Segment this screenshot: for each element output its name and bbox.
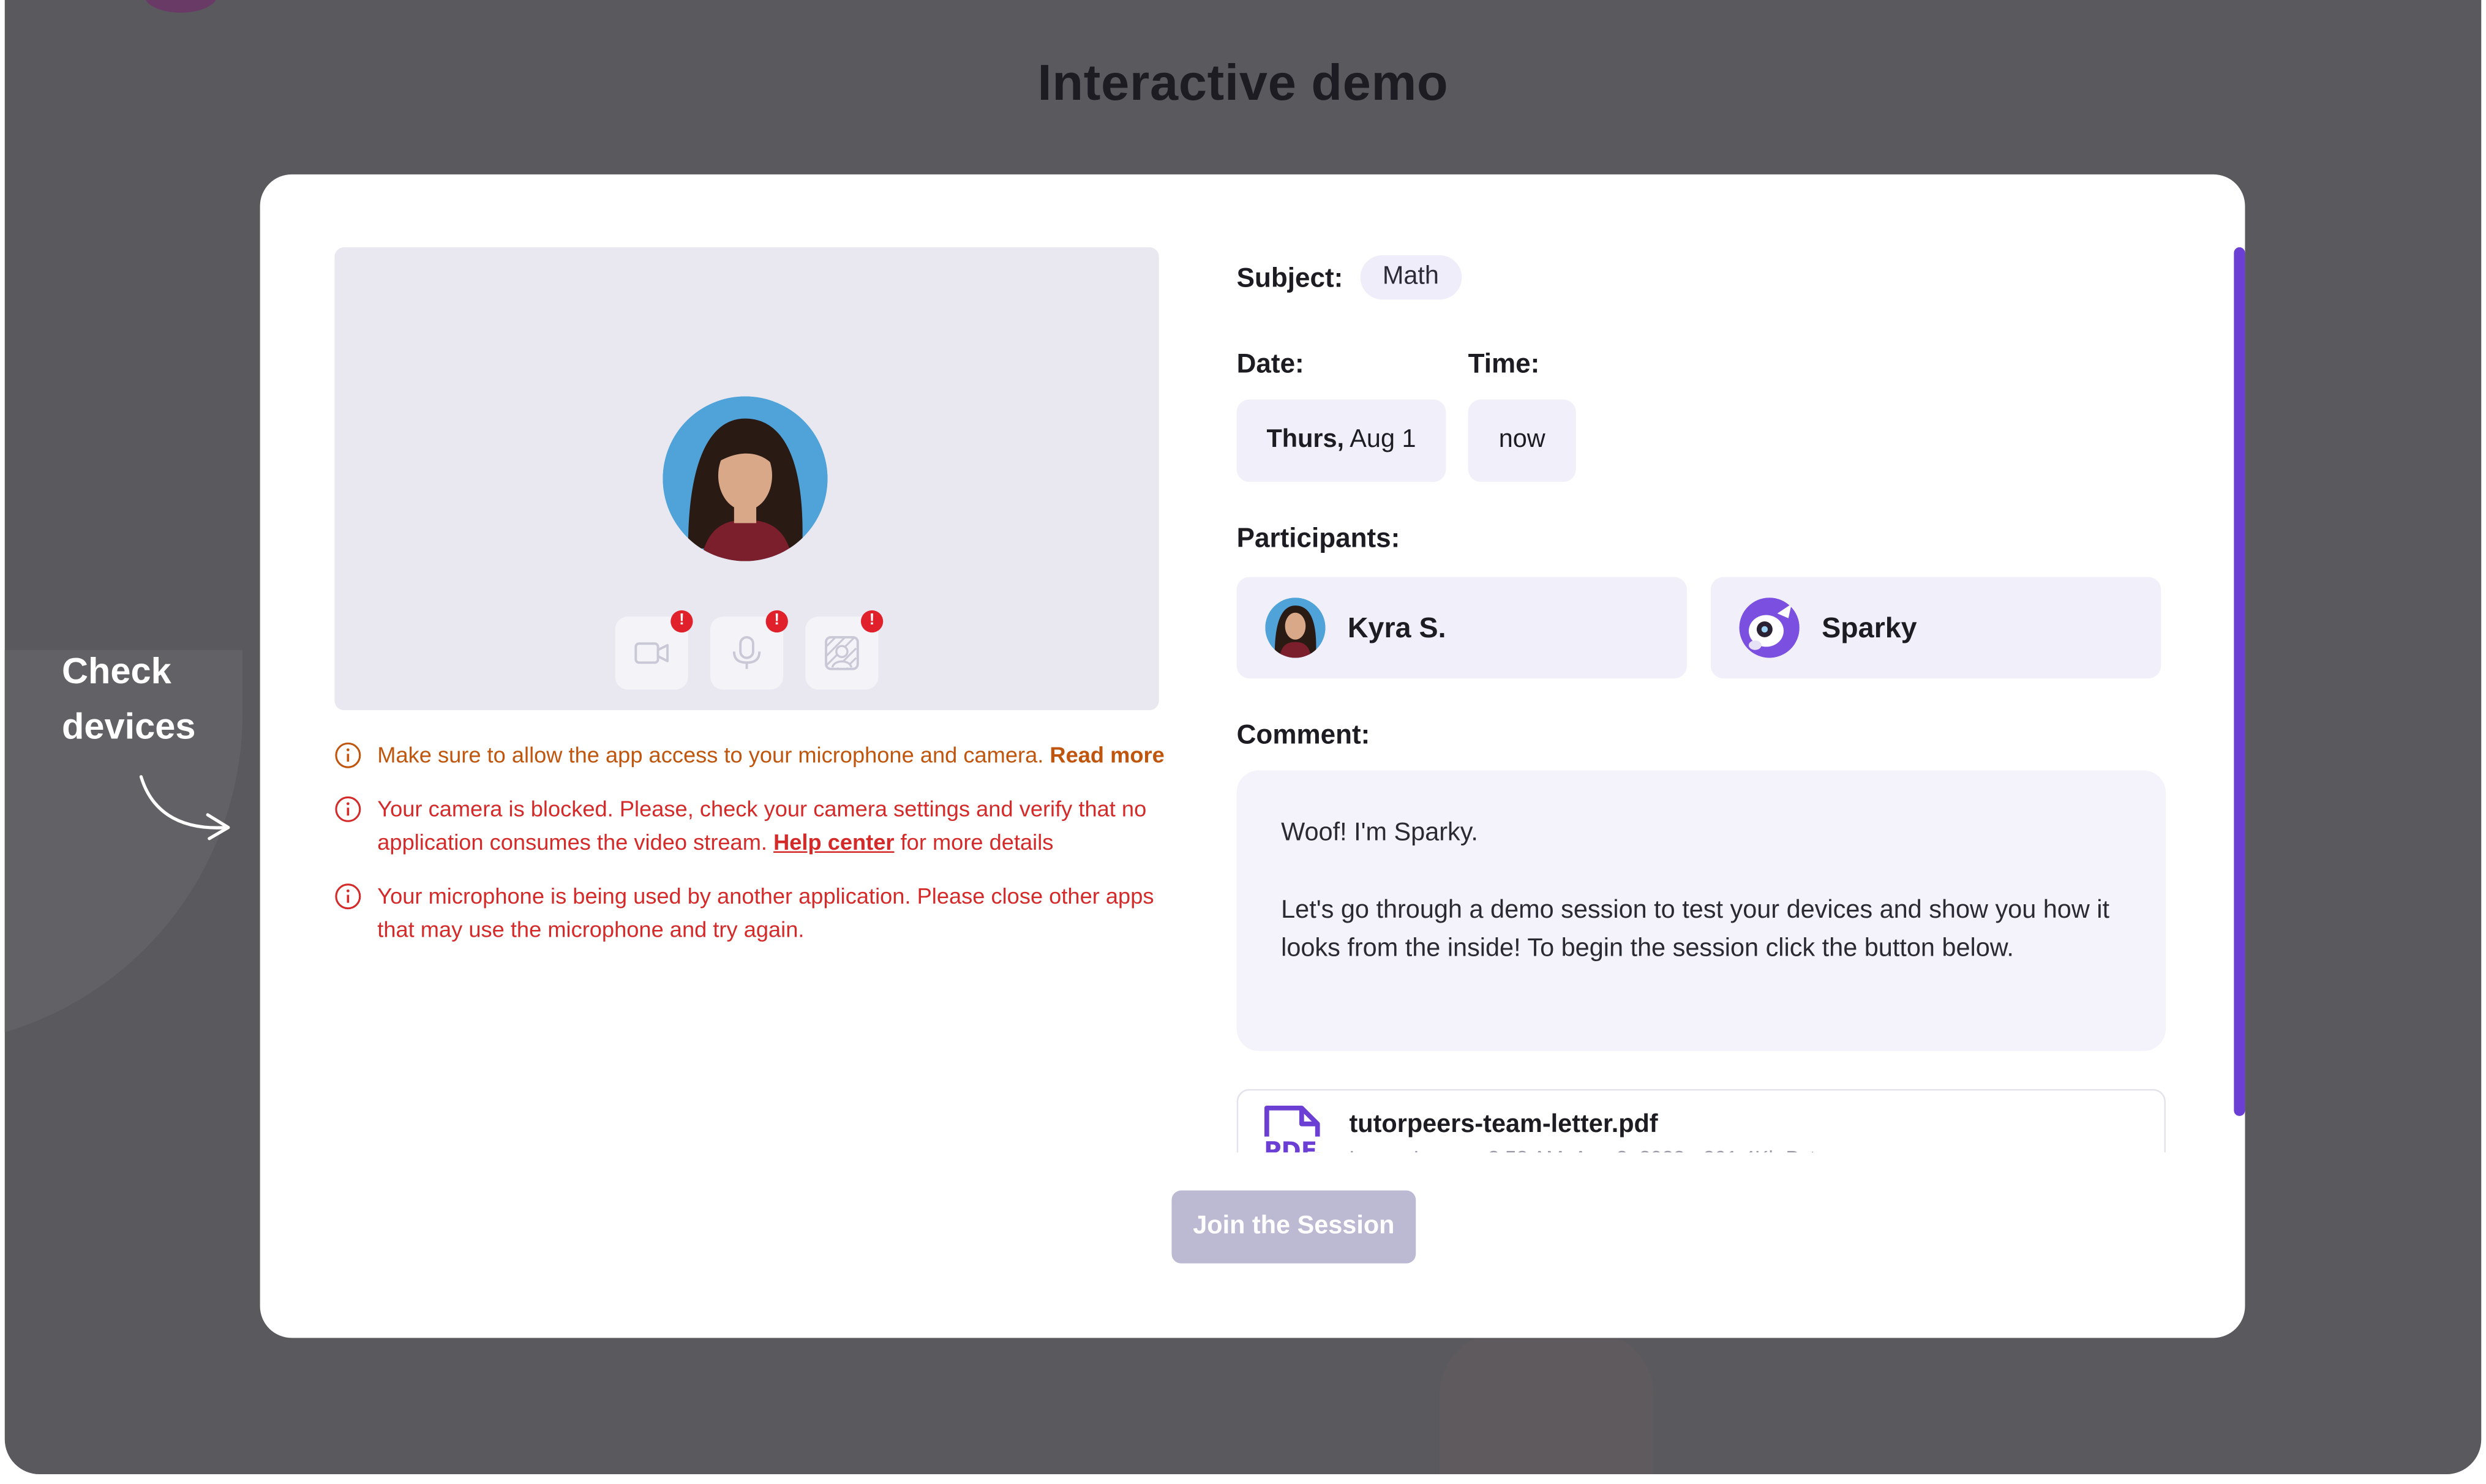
join-session-button[interactable]: Join the Session (1171, 1190, 1416, 1264)
warning-microphone-in-use: Your microphone is being used by another… (334, 880, 1174, 946)
time-value[interactable]: now (1468, 399, 1576, 482)
subject-chip: Math (1360, 255, 1462, 300)
avatar (1739, 598, 1800, 658)
attachment-file[interactable]: PDF tutorpeers-team-letter.pdf Lorem Ips… (1236, 1089, 2166, 1153)
demo-backdrop: Interactive demo Check devices ! ! ! Mak… (4, 0, 2482, 1475)
side-note-line: Check (61, 650, 171, 691)
attachment-name: tutorpeers-team-letter.pdf (1349, 1111, 1658, 1139)
date-rest: Aug 1 (1350, 426, 1416, 454)
error-badge: ! (670, 610, 693, 633)
info-icon (335, 883, 361, 910)
subject-label: Subject: (1236, 263, 1343, 294)
background-effects-button[interactable]: ! (805, 610, 884, 690)
warning-text: Make sure to allow the app access to you… (377, 741, 1044, 768)
info-icon (335, 796, 361, 822)
page-title: Interactive demo (1037, 54, 1449, 111)
date-value[interactable]: Thurs, Aug 1 (1236, 399, 1446, 482)
decorative-shape (144, 0, 217, 13)
pdf-icon-text: PDF (1264, 1137, 1317, 1153)
warning-text: Your microphone is being used by another… (377, 883, 1154, 942)
video-camera-icon (634, 642, 669, 664)
video-preview: ! ! ! (334, 247, 1159, 711)
participant-name: Kyra S. (1347, 612, 1446, 644)
date-day: Thurs, (1266, 426, 1345, 454)
error-badge: ! (765, 610, 788, 633)
avatar (663, 396, 828, 561)
device-warnings: Make sure to allow the app access to you… (334, 739, 1174, 967)
attachment-meta: Lorem Ipsum · 2:58 AM, Aug 2, 2023 · 301… (1349, 1146, 1827, 1152)
time-label: Time: (1468, 348, 1540, 379)
comment-label: Comment: (1236, 719, 1370, 750)
session-card: ! ! ! Make sure to allow the app access … (260, 174, 2245, 1338)
side-note-check-devices: Check devices (62, 643, 252, 754)
pdf-file-icon: PDF (1257, 1106, 1324, 1153)
participants-label: Participants: (1236, 523, 1400, 553)
microphone-icon (732, 635, 761, 669)
warning-permissions: Make sure to allow the app access to you… (334, 739, 1174, 772)
participant-card: Kyra S. (1236, 577, 1688, 679)
curved-arrow-icon (139, 775, 230, 841)
avatar (1265, 598, 1326, 658)
participant-card: Sparky (1710, 577, 2161, 679)
decorative-shape (1440, 1332, 1654, 1475)
date-label: Date: (1236, 348, 1304, 379)
side-note-line: devices (61, 705, 196, 747)
stage: Interactive demo Check devices ! ! ! Mak… (0, 0, 2486, 1484)
comment-body: Let's go through a demo session to test … (1281, 897, 2109, 962)
camera-toggle-button[interactable]: ! (615, 610, 693, 690)
error-badge: ! (860, 610, 884, 633)
read-more-link[interactable]: Read more (1050, 742, 1164, 767)
help-center-link[interactable]: Help center (773, 829, 894, 854)
warning-text-suffix: for more details (900, 829, 1054, 855)
attachment-viewport: PDF tutorpeers-team-letter.pdf Lorem Ips… (1236, 1089, 2166, 1153)
warning-camera-blocked: Your camera is blocked. Please, check yo… (334, 793, 1174, 860)
info-icon (335, 742, 361, 768)
background-blur-icon (825, 635, 859, 670)
participant-name: Sparky (1822, 612, 1917, 644)
comment-box: Woof! I'm Sparky. Let's go through a dem… (1236, 770, 2166, 1051)
microphone-toggle-button[interactable]: ! (710, 610, 788, 690)
comment-greeting: Woof! I'm Sparky. (1281, 819, 1478, 847)
user-photo (663, 396, 828, 561)
scrollbar[interactable] (2234, 247, 2245, 1116)
